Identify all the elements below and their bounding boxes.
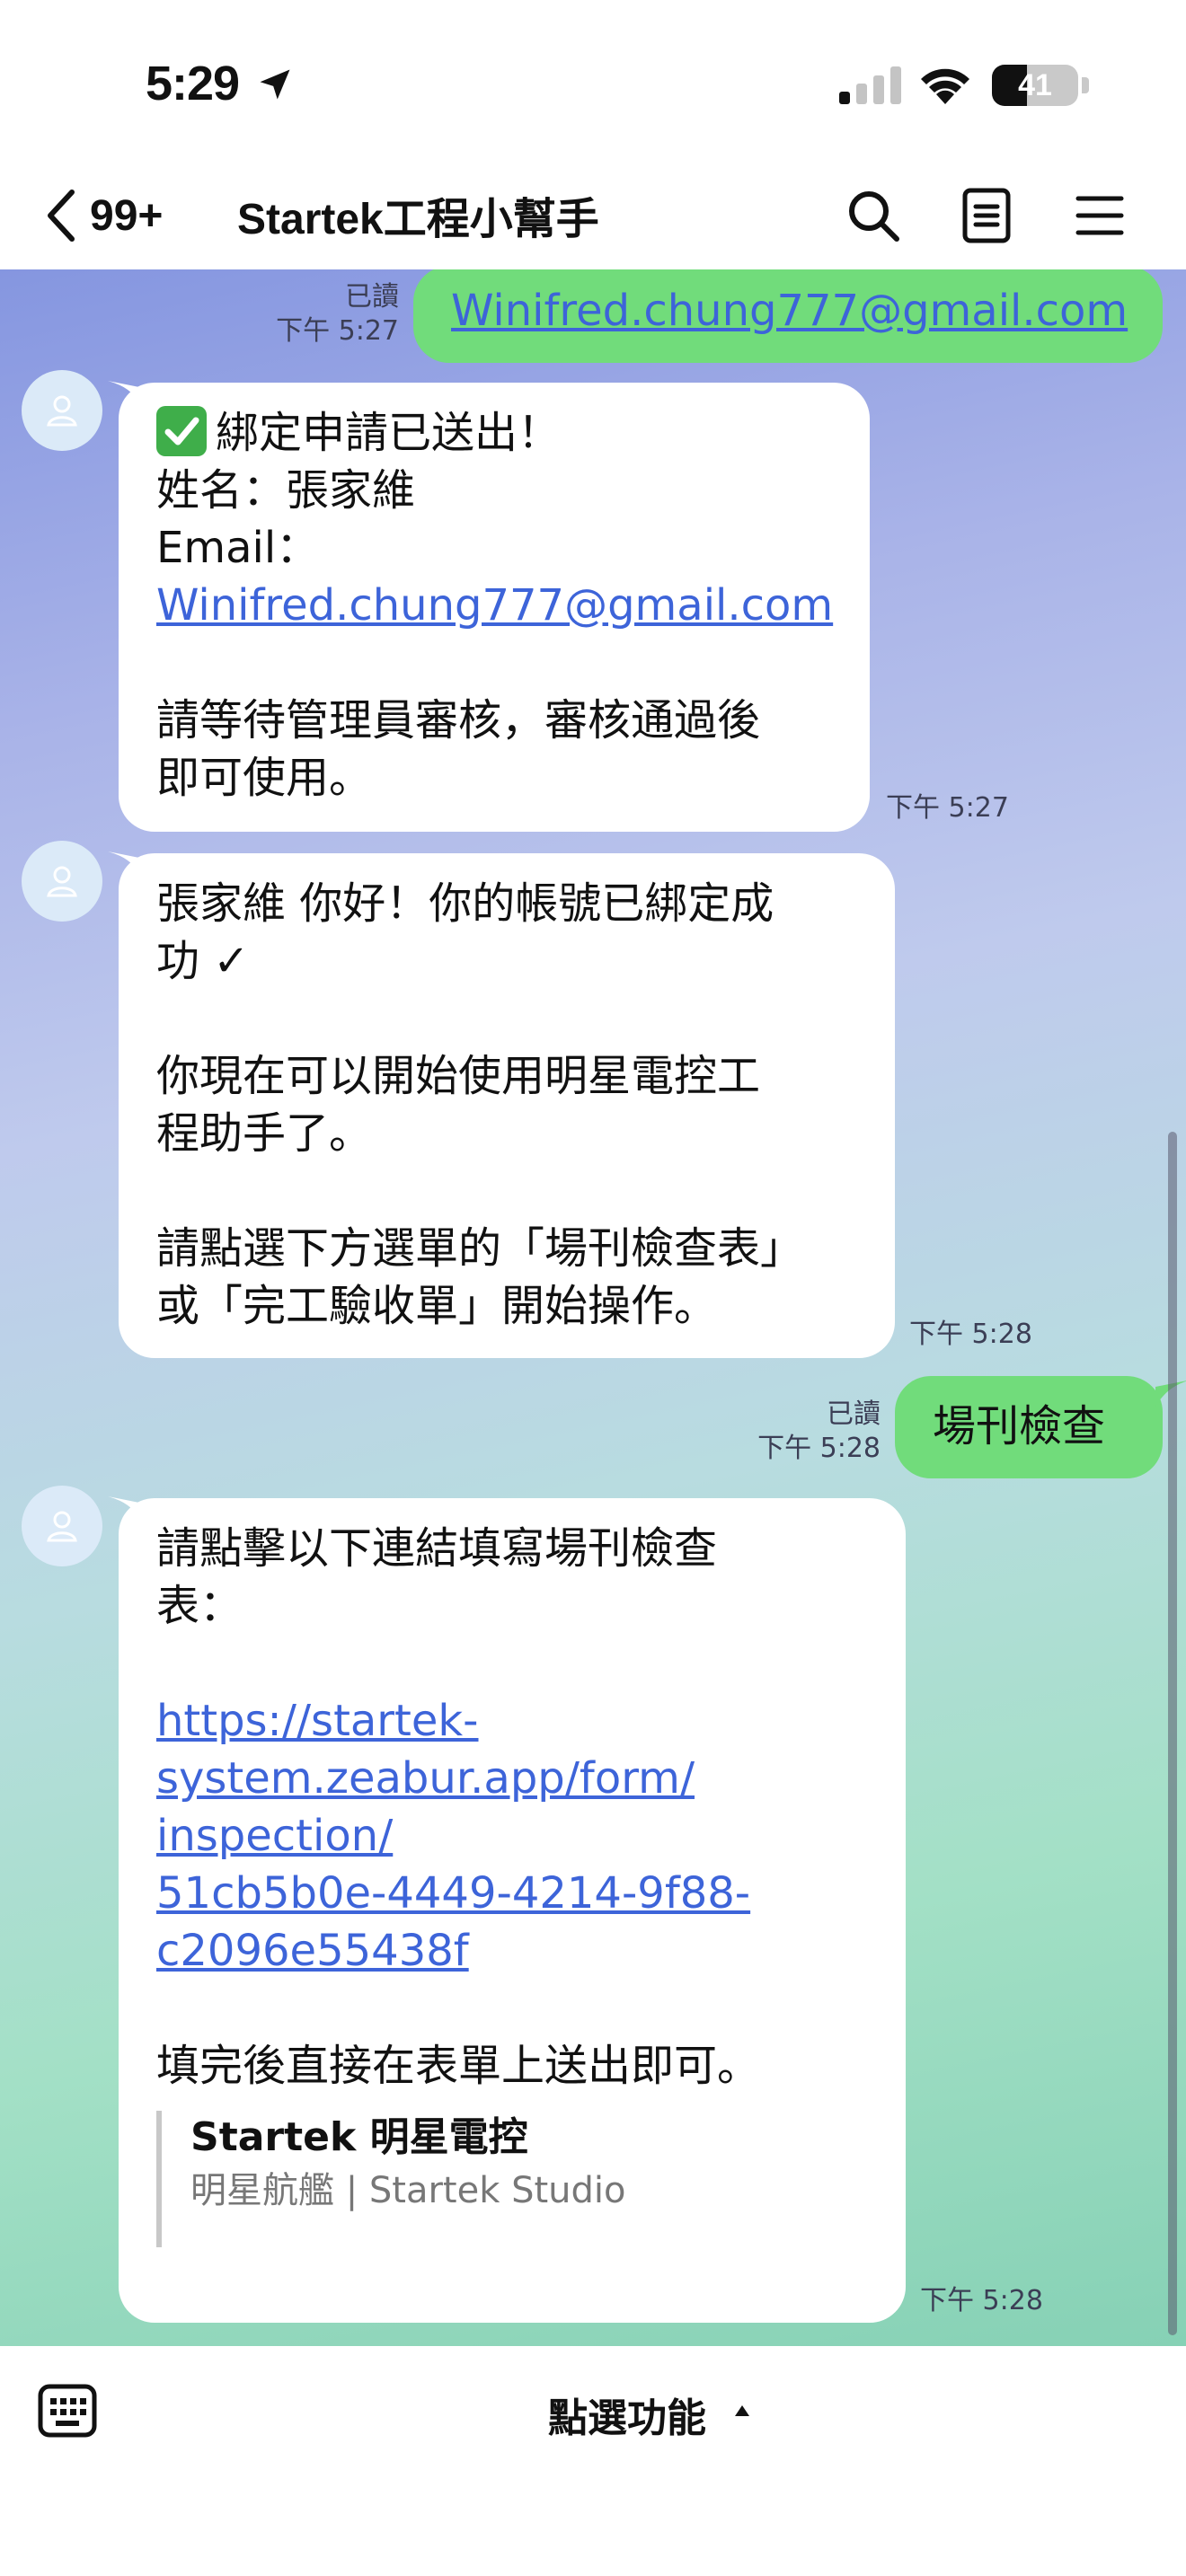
rich-menu-bar: 點選功能 <box>0 2346 1186 2576</box>
bot-avatar[interactable] <box>22 841 102 922</box>
email-link[interactable]: Winifred.chung777@gmail.com <box>451 282 1128 340</box>
wifi-icon <box>921 68 969 104</box>
message-line: 表： <box>156 1581 243 1631</box>
message-time: 下午 5:27 <box>886 792 1009 824</box>
message-line: 即可使用。 <box>156 753 373 803</box>
inspection-form-link[interactable]: https://startek- system.zeabur.app/form/… <box>156 1692 868 1980</box>
read-receipt: 已讀 <box>827 1398 881 1430</box>
message-text: 場刊檢查 <box>933 1401 1106 1451</box>
message-line: Email： <box>156 523 320 573</box>
message-line: 張家維 你好！你的帳號已綁定成 <box>156 878 774 929</box>
unread-count: 99+ <box>90 191 164 240</box>
read-receipt: 已讀 <box>345 281 399 313</box>
incoming-message-bubble[interactable]: 綁定申請已送出！ 姓名：張家維 Email： Winifred.chung777… <box>119 383 870 832</box>
location-arrow-icon <box>260 69 290 100</box>
message-line: 你現在可以開始使用明星電控工 <box>156 1051 761 1101</box>
check-mark-icon <box>156 406 207 456</box>
battery-cap <box>1082 77 1089 93</box>
user-icon <box>47 1511 77 1542</box>
scrollbar[interactable] <box>1168 1132 1177 2335</box>
cellular-signal-icon <box>839 66 901 104</box>
message-line: 功 ✓ <box>156 936 250 986</box>
note-icon <box>962 188 1011 243</box>
link-line[interactable]: https://startek- <box>156 1692 868 1750</box>
link-line[interactable]: 51cb5b0e-4449-4214-9f88- <box>156 1865 868 1922</box>
keyboard-icon <box>38 2384 97 2438</box>
message-time: 下午 5:28 <box>757 1433 881 1464</box>
notes-button[interactable] <box>952 181 1021 250</box>
search-button[interactable] <box>839 181 907 250</box>
incoming-message-bubble[interactable]: 請點擊以下連結填寫場刊檢查 表： https://startek- system… <box>119 1498 906 2323</box>
message-time: 下午 5:27 <box>276 315 399 347</box>
outgoing-message-bubble[interactable]: Winifred.chung777@gmail.com <box>413 269 1163 363</box>
bot-avatar[interactable] <box>22 370 102 451</box>
message-line: 請點擊以下連結填寫場刊檢查 <box>156 1523 718 1574</box>
status-time: 5:29 <box>146 57 240 110</box>
back-button[interactable]: 99+ <box>45 180 163 251</box>
chat-header: 99+ Startek工程小幫手 <box>0 162 1186 269</box>
message-time: 下午 5:28 <box>909 1319 1032 1350</box>
outgoing-message-bubble[interactable]: 場刊檢查 <box>895 1376 1163 1478</box>
message-line: 程助手了。 <box>156 1108 373 1159</box>
bot-avatar[interactable] <box>22 1486 102 1566</box>
status-bar: 5:29 41 <box>0 0 1186 162</box>
rich-menu-toggle[interactable]: 點選功能 <box>548 2386 706 2443</box>
message-time: 下午 5:28 <box>920 2285 1043 2316</box>
search-icon <box>849 191 899 242</box>
menu-icon <box>1075 196 1124 235</box>
battery-indicator: 41 <box>992 65 1078 106</box>
message-line: 或「完工驗收單」開始操作。 <box>156 1281 718 1331</box>
link-line[interactable]: c2096e55438f <box>156 1922 868 1980</box>
chat-title: Startek工程小幫手 <box>237 196 599 243</box>
user-icon <box>47 395 77 427</box>
message-line: 姓名：張家維 <box>156 465 416 516</box>
link-line[interactable]: inspection/ <box>156 1807 868 1865</box>
message-meta: 已讀 下午 5:27 <box>252 280 399 348</box>
message-line: 填完後直接在表單上送出即可。 <box>156 2041 761 2091</box>
email-link[interactable]: Winifred.chung777@gmail.com <box>156 577 833 634</box>
chevron-left-icon <box>48 190 75 242</box>
message-meta: 已讀 下午 5:28 <box>737 1398 881 1466</box>
battery-level: 41 <box>1018 68 1052 102</box>
caret-up-icon[interactable] <box>733 2404 751 2418</box>
keyboard-toggle-button[interactable] <box>38 2384 97 2441</box>
user-icon <box>47 866 77 897</box>
message-line: 請等待管理員審核，審核通過後 <box>156 695 761 745</box>
preview-subtitle: 明星航艦 | Startek Studio <box>190 2170 626 2211</box>
message-line: 請點選下方選單的「場刊檢查表」 <box>156 1223 804 1274</box>
preview-title: Startek 明星電控 <box>190 2114 528 2160</box>
message-line: 綁定申請已送出！ <box>156 404 832 462</box>
link-preview-card[interactable]: Startek 明星電控 明星航艦 | Startek Studio <box>156 2111 868 2247</box>
chat-messages[interactable]: 已讀 下午 5:27 Winifred.chung777@gmail.com 綁… <box>0 269 1186 2346</box>
incoming-message-bubble[interactable]: 張家維 你好！你的帳號已綁定成 功 ✓ 你現在可以開始使用明星電控工 程助手了。… <box>119 853 895 1358</box>
menu-button[interactable] <box>1066 181 1134 250</box>
link-line[interactable]: system.zeabur.app/form/ <box>156 1750 868 1807</box>
